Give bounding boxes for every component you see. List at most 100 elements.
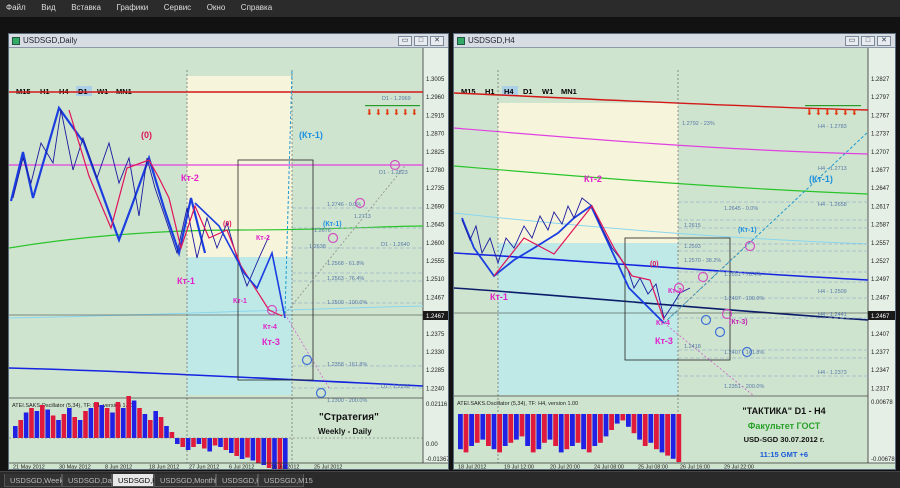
oscillator-bar [659, 414, 665, 453]
fib-level-label: 1.2593 [684, 244, 701, 250]
oscillator-bar [637, 414, 642, 440]
fib-level-label: 1.2568 - 61.8% [327, 261, 364, 267]
oscillator-bar [508, 414, 514, 443]
minimize-button[interactable]: ▭ [398, 36, 412, 46]
label-wave-zero: (0) [141, 130, 152, 140]
fib-level-label: 1.2645 - 0.0% [724, 206, 758, 212]
oscillator-bar [463, 414, 469, 453]
down-arrow-icon: ⬇ [411, 108, 418, 117]
oscillator-bar [34, 411, 40, 438]
target-marker-line [365, 105, 420, 107]
oscillator-bar [61, 414, 67, 438]
tab-usdsgd-m15[interactable]: USDSGD,M15 [258, 474, 313, 487]
oscillator-bar [94, 402, 99, 438]
oscillator-bar [609, 414, 614, 430]
label-kt4: Кт-4 [263, 324, 277, 331]
oscillator-bar [131, 400, 137, 438]
time-axis-label: 20 Jul 20:00 [550, 465, 580, 470]
fib-level-label: 1.2615 [684, 223, 701, 229]
close-button[interactable]: ✕ [877, 36, 891, 46]
oscillator-scale-label: 0.00678 [871, 400, 893, 406]
label-kt1-bracket: (Кт-1) [299, 130, 323, 140]
price-tick-label: 1.2737 [871, 132, 890, 138]
chart-window-daily[interactable]: USDSGD,Daily ▭ □ ✕ 1.3005 1.2960 1.2915 1.2… [8, 33, 449, 470]
time-gmt-label: 11:15 GMT +6 [760, 450, 808, 459]
oscillator-bar [676, 414, 682, 462]
tab-usdsgd-h1[interactable]: USDSGD,H1 [216, 474, 266, 487]
price-tick-label: 1.2915 [426, 113, 445, 119]
price-tick-label: 1.2825 [426, 150, 445, 156]
fib-level-label: H4 - 1.2441 [818, 312, 847, 318]
chart-window-h4[interactable]: USDSGD,H4 ▭ □ ✕ 1.2827 1.2797 1.2767 1.2737… [453, 33, 896, 470]
oscillator-bar [564, 414, 570, 450]
tab-usdsgd-monthly[interactable]: USDSGD,Monthly [154, 474, 220, 487]
oscillator-bar [598, 414, 603, 443]
oscillator-bar [603, 414, 609, 437]
menu-help[interactable]: Справка [236, 0, 280, 18]
menu-insert[interactable]: Вставка [66, 0, 109, 18]
tab-usdsgd-h4[interactable]: USDSGD,H4 [112, 474, 162, 487]
oscillator-bar [29, 408, 34, 438]
window-titlebar[interactable]: USDSGD,Daily ▭ □ ✕ [9, 34, 448, 48]
time-axis-label: 26 Jul 16:00 [680, 465, 710, 470]
tactic-title: "ТАКТИКА" D1 - H4 [742, 406, 825, 416]
tab-usdsgd-daily[interactable]: USDSGD,Daily [62, 474, 119, 487]
price-tick-label: 1.2647 [871, 186, 890, 192]
label-kt1-bracket: (Кт-1) [809, 174, 833, 184]
price-scale-bg [423, 48, 448, 463]
price-tick-label: 1.2557 [871, 241, 890, 247]
oscillator-bar [218, 438, 223, 447]
time-axis-label: 21 May 2012 [13, 465, 45, 470]
fib-level-label: 1.2746 - 0.0% [327, 202, 361, 208]
oscillator-bar [56, 420, 61, 438]
oscillator-bar [581, 414, 586, 450]
label-kt2: Кт-2 [181, 173, 199, 183]
window-titlebar[interactable]: USDSGD,H4 ▭ □ ✕ [454, 34, 895, 48]
oscillator-bar [631, 414, 637, 434]
oscillator-bar [115, 402, 121, 438]
menu-view[interactable]: Вид [36, 0, 63, 18]
menu-tools[interactable]: Сервис [159, 0, 199, 18]
oscillator-bar [502, 414, 508, 446]
price-tick-label: 1.2870 [426, 132, 445, 138]
oscillator-bar [104, 408, 110, 438]
oscillator-bar [99, 405, 104, 438]
oscillator-scale-label: -0.00678 [871, 457, 895, 463]
menu-file[interactable]: Файл [0, 0, 34, 18]
oscillator-bar [72, 417, 77, 438]
menu-charts[interactable]: Графики [111, 0, 156, 18]
price-tick-label: 1.2767 [871, 113, 890, 119]
down-arrow-icon: ⬇ [824, 108, 831, 117]
menu-window[interactable]: Окно [202, 0, 234, 18]
tab-usdsgd-weekly[interactable]: USDSGD,Weekly [4, 474, 69, 487]
time-axis-label: 6 Jul 2012 [229, 465, 254, 470]
oscillator-bar [23, 412, 29, 438]
price-tick-label: 1.2960 [426, 95, 445, 101]
minimize-button[interactable]: ▭ [845, 36, 859, 46]
label-kt3: Кт-3 [655, 336, 673, 346]
oscillator-bar [491, 414, 497, 450]
chart-window-icon [12, 37, 20, 45]
oscillator-bar [40, 405, 45, 438]
price-tick-label: 1.2735 [426, 186, 445, 192]
maximize-button[interactable]: □ [414, 36, 428, 46]
down-arrow-icon: ⬇ [815, 108, 822, 117]
close-button[interactable]: ✕ [430, 36, 444, 46]
oscillator-bar [239, 438, 245, 459]
price-tick-label: 1.2347 [871, 368, 890, 374]
time-axis-label: 16 Jul 2012 [271, 465, 299, 470]
oscillator-bar [626, 414, 631, 427]
label-kt1-bracket-small: (Кт-1) [323, 221, 342, 228]
window-title: USDSGD,Daily [23, 36, 78, 45]
maximize-button[interactable]: □ [861, 36, 875, 46]
price-tick-label: 1.2510 [426, 277, 445, 283]
daily-price-chart[interactable]: 1.3005 1.2960 1.2915 1.2870 1.2825 1.2780 1.27… [9, 48, 448, 469]
price-tick-label: 1.2285 [426, 368, 445, 374]
time-axis-label: 8 Jun 2012 [105, 465, 132, 470]
down-arrow-icon: ⬇ [842, 108, 849, 117]
oscillator-bar [110, 412, 115, 438]
price-tick-label: 1.2240 [426, 386, 445, 392]
h4-price-chart[interactable]: 1.2827 1.2797 1.2767 1.2737 1.2707 1.2677 1.26… [454, 48, 895, 469]
down-arrow-icon: ⬇ [806, 108, 813, 117]
oscillator-bar [480, 414, 486, 440]
